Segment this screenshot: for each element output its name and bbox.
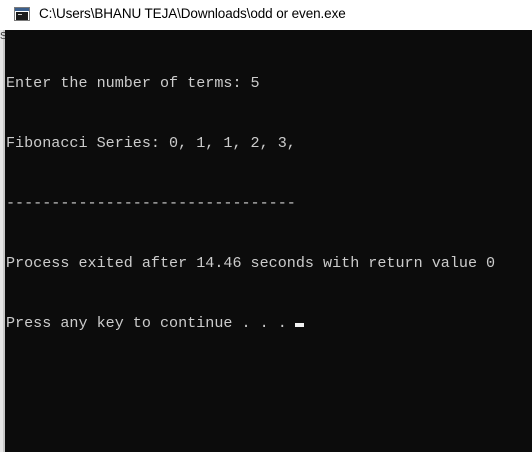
title-bar[interactable]: C:\Users\BHANU TEJA\Downloads\odd or eve… [0, 0, 532, 30]
continue-prompt-text: Press any key to continue . . . [6, 314, 287, 332]
background-window-edge: S [0, 30, 5, 452]
text-cursor [294, 323, 304, 327]
edge-glyph: S [0, 32, 5, 42]
console-line-separator: -------------------------------- [6, 194, 296, 212]
console-window: C:\Users\BHANU TEJA\Downloads\odd or eve… [0, 0, 532, 452]
console-line-exit-status: Process exited after 14.46 seconds with … [6, 254, 496, 272]
window-title: C:\Users\BHANU TEJA\Downloads\odd or eve… [39, 6, 346, 21]
console-line-continue: Press any key to continue . . . [6, 313, 532, 333]
console-output[interactable]: Enter the number of terms: 5 Fibonacci S… [6, 33, 532, 452]
console-app-icon[interactable] [14, 7, 30, 21]
console-line-prompt: Enter the number of terms: 5 [6, 74, 260, 92]
console-line-series: Fibonacci Series: 0, 1, 1, 2, 3, [6, 134, 296, 152]
